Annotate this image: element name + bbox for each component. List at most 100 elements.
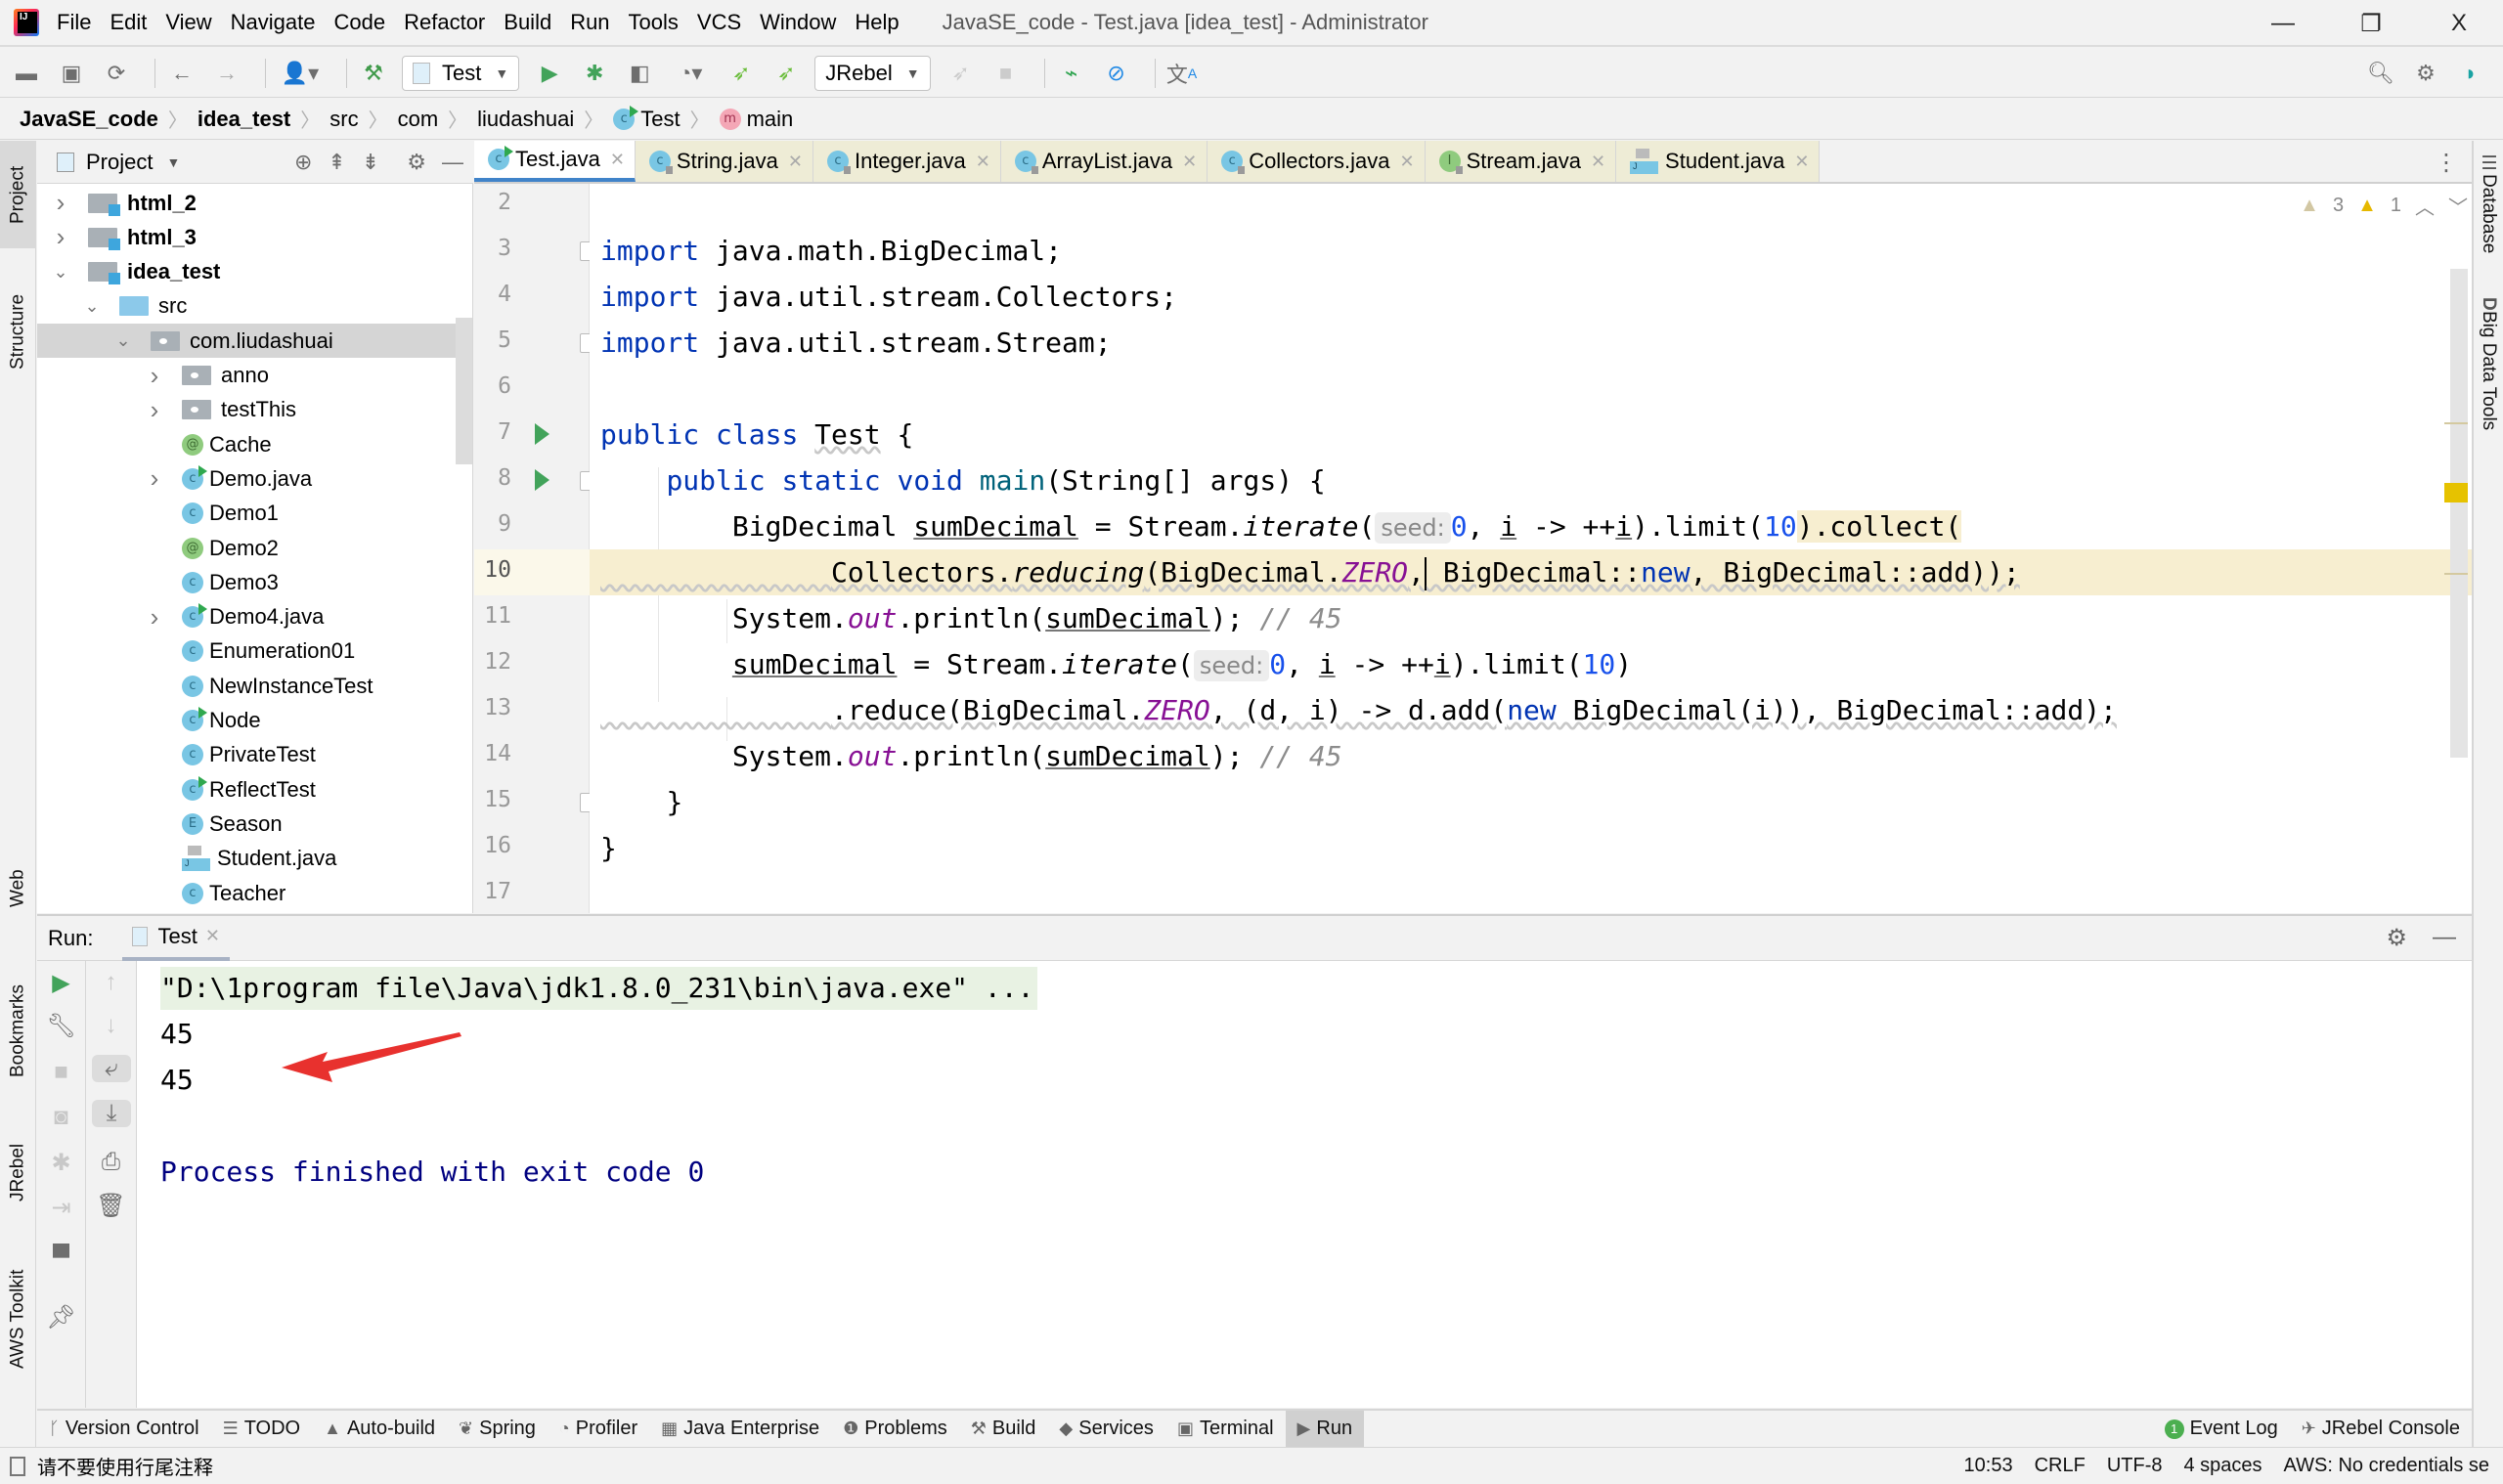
tool-tab-big-data-tools[interactable]: D Big Data Tools <box>2474 297 2503 473</box>
tree-item[interactable]: ⌄ src <box>37 289 472 324</box>
collapse-all-icon[interactable]: ⇟ <box>362 150 379 175</box>
settings-gear-icon[interactable]: ⚙ <box>2386 924 2407 952</box>
line-separator[interactable]: CRLF <box>2035 1455 2086 1477</box>
camera-dump-icon[interactable]: ◙ <box>37 1104 85 1131</box>
menu-code[interactable]: Code <box>334 10 386 35</box>
minimize-button[interactable]: — <box>2239 0 2327 47</box>
file-encoding[interactable]: UTF-8 <box>2107 1455 2163 1477</box>
run-icon[interactable]: ▶ <box>533 57 566 90</box>
status-toggle-icon[interactable] <box>10 1456 25 1476</box>
tool-tab-project[interactable]: Project <box>0 141 36 248</box>
run-gutter-icon[interactable] <box>535 469 549 491</box>
layout-icon[interactable]: ▀ <box>37 1244 85 1272</box>
expand-all-icon[interactable]: ⇞ <box>328 150 345 175</box>
error-stripe-mark[interactable] <box>2444 422 2468 424</box>
menu-tools[interactable]: Tools <box>629 10 679 35</box>
menu-window[interactable]: Window <box>760 10 836 35</box>
bottom-tab-problems[interactable]: ❶ Problems <box>831 1411 959 1447</box>
debug-bug-icon[interactable]: ✱ <box>578 57 611 90</box>
exit-icon[interactable]: ⇥ <box>37 1194 85 1222</box>
bottom-tab-services[interactable]: ◆ Services <box>1047 1411 1165 1447</box>
project-view-selector[interactable]: Project <box>86 150 153 175</box>
run-gutter-icon[interactable] <box>535 423 549 445</box>
menu-navigate[interactable]: Navigate <box>231 10 316 35</box>
chevron-right-icon[interactable]: › <box>51 188 70 218</box>
editor-tab[interactable]: c String.java ✕ <box>635 141 813 182</box>
chevron-down-icon[interactable]: ⌄ <box>82 296 102 317</box>
menu-run[interactable]: Run <box>570 10 609 35</box>
tree-item[interactable]: ⌄ com.liudashuai <box>37 324 472 359</box>
tree-item[interactable]: › testThis <box>37 393 472 427</box>
close-tab-icon[interactable]: ✕ <box>788 152 803 172</box>
close-tab-icon[interactable]: ✕ <box>610 150 625 170</box>
tree-item[interactable]: c NewInstanceTest <box>37 669 472 703</box>
jrebel-config-select[interactable]: JRebel ▼ <box>814 55 931 91</box>
indent-setting[interactable]: 4 spaces <box>2183 1455 2261 1477</box>
code-with-me-icon[interactable]: ◗ <box>2454 57 2487 90</box>
tree-item[interactable]: c PrivateTest <box>37 738 472 772</box>
print-icon[interactable]: ⎙ <box>86 1149 136 1176</box>
tree-item[interactable]: › c Demo4.java <box>37 600 472 634</box>
tool-tab-bookmarks[interactable]: Bookmarks <box>0 957 36 1104</box>
profile-icon[interactable]: ◔▾ <box>668 57 713 90</box>
breadcrumb-method[interactable]: m main <box>719 107 793 132</box>
vcs-user-icon[interactable]: 👤▾ <box>276 57 325 90</box>
run-tab-test[interactable]: Test ✕ <box>122 916 230 961</box>
tree-item[interactable]: c Node <box>37 704 472 738</box>
tree-item[interactable]: E Season <box>37 807 472 841</box>
locate-target-icon[interactable]: ⊕ <box>294 150 312 175</box>
tree-item[interactable]: › anno <box>37 359 472 393</box>
soft-wrap-icon[interactable]: ⤶ <box>92 1055 131 1082</box>
more-tabs-icon[interactable]: ⋮ <box>2435 149 2458 177</box>
coverage-icon[interactable]: ◧ <box>623 57 656 90</box>
search-icon[interactable]: 🔍︎ <box>2364 57 2397 90</box>
debug-settings-icon[interactable]: ✱ <box>37 1149 85 1177</box>
breadcrumb-item[interactable]: com <box>398 107 439 132</box>
close-tab-icon[interactable]: ✕ <box>1182 152 1197 172</box>
bottom-tab-version-control[interactable]: ᚴ Version Control <box>37 1411 211 1447</box>
clear-trash-icon[interactable]: 🗑︎ <box>86 1192 136 1220</box>
chevron-down-icon[interactable]: ▼ <box>166 154 180 170</box>
tool-tab-database[interactable]: ☰ Database <box>2474 153 2503 280</box>
tree-item[interactable]: c ReflectTest <box>37 772 472 807</box>
stop-icon[interactable]: ■ <box>37 1059 85 1086</box>
tree-item[interactable]: Student.java <box>37 842 472 876</box>
wrench-icon[interactable]: 🔧︎ <box>37 1012 85 1040</box>
breadcrumb-class[interactable]: c Test <box>613 105 681 132</box>
tool-tab-structure[interactable]: Structure <box>0 268 36 395</box>
tree-item[interactable]: c Demo1 <box>37 497 472 531</box>
editor-tab[interactable]: c Integer.java ✕ <box>812 141 1001 182</box>
editor-scrollbar[interactable] <box>2450 269 2468 758</box>
bottom-tab-java-enterprise[interactable]: ▦ Java Enterprise <box>649 1411 831 1447</box>
tool-tab-jrebel[interactable]: JRebel <box>0 1118 36 1226</box>
bottom-tab-terminal[interactable]: ▣ Terminal <box>1165 1411 1286 1447</box>
jrebel-deploy-icon[interactable]: ➶ <box>944 57 978 90</box>
error-stripe-mark[interactable] <box>2444 483 2468 502</box>
code-editor[interactable]: import java.math.BigDecimal; import java… <box>590 184 2472 913</box>
save-all-icon[interactable]: ▣ <box>55 57 88 90</box>
menu-file[interactable]: File <box>57 10 91 35</box>
chevron-right-icon[interactable]: › <box>145 361 164 391</box>
rerun-icon[interactable]: ▶ <box>37 969 85 997</box>
bottom-tab-todo[interactable]: ☰ TODO <box>211 1411 313 1447</box>
bottom-tab-jrebel-console[interactable]: ✈ JRebel Console <box>2290 1411 2472 1447</box>
menu-refactor[interactable]: Refactor <box>404 10 485 35</box>
aws-credentials[interactable]: AWS: No credentials se <box>2284 1455 2489 1477</box>
breadcrumb-item[interactable]: idea_test <box>198 107 290 132</box>
open-folder-icon[interactable]: ▬ <box>10 57 43 90</box>
close-tab-icon[interactable]: ✕ <box>1399 152 1414 172</box>
next-highlight-icon[interactable]: ﹀ <box>2448 192 2468 220</box>
menu-edit[interactable]: Edit <box>110 10 147 35</box>
editor-tab[interactable]: c Test.java ✕ <box>474 141 636 182</box>
restore-button[interactable]: ❐ <box>2327 0 2415 47</box>
tool-tab-aws-toolkit[interactable]: AWS Toolkit <box>0 1245 36 1392</box>
disable-icon[interactable]: ⊘ <box>1100 57 1133 90</box>
chevron-right-icon[interactable]: › <box>145 602 164 633</box>
hide-panel-icon[interactable]: — <box>2433 924 2456 952</box>
close-tab-icon[interactable]: ✕ <box>205 926 220 946</box>
tree-item[interactable]: c Teacher <box>37 876 472 910</box>
chevron-down-icon[interactable]: ⌄ <box>113 330 133 351</box>
close-window-button[interactable]: X <box>2415 0 2503 47</box>
bottom-tab-build[interactable]: ⚒ Build <box>959 1411 1048 1447</box>
breadcrumb-item[interactable]: src <box>329 107 358 132</box>
